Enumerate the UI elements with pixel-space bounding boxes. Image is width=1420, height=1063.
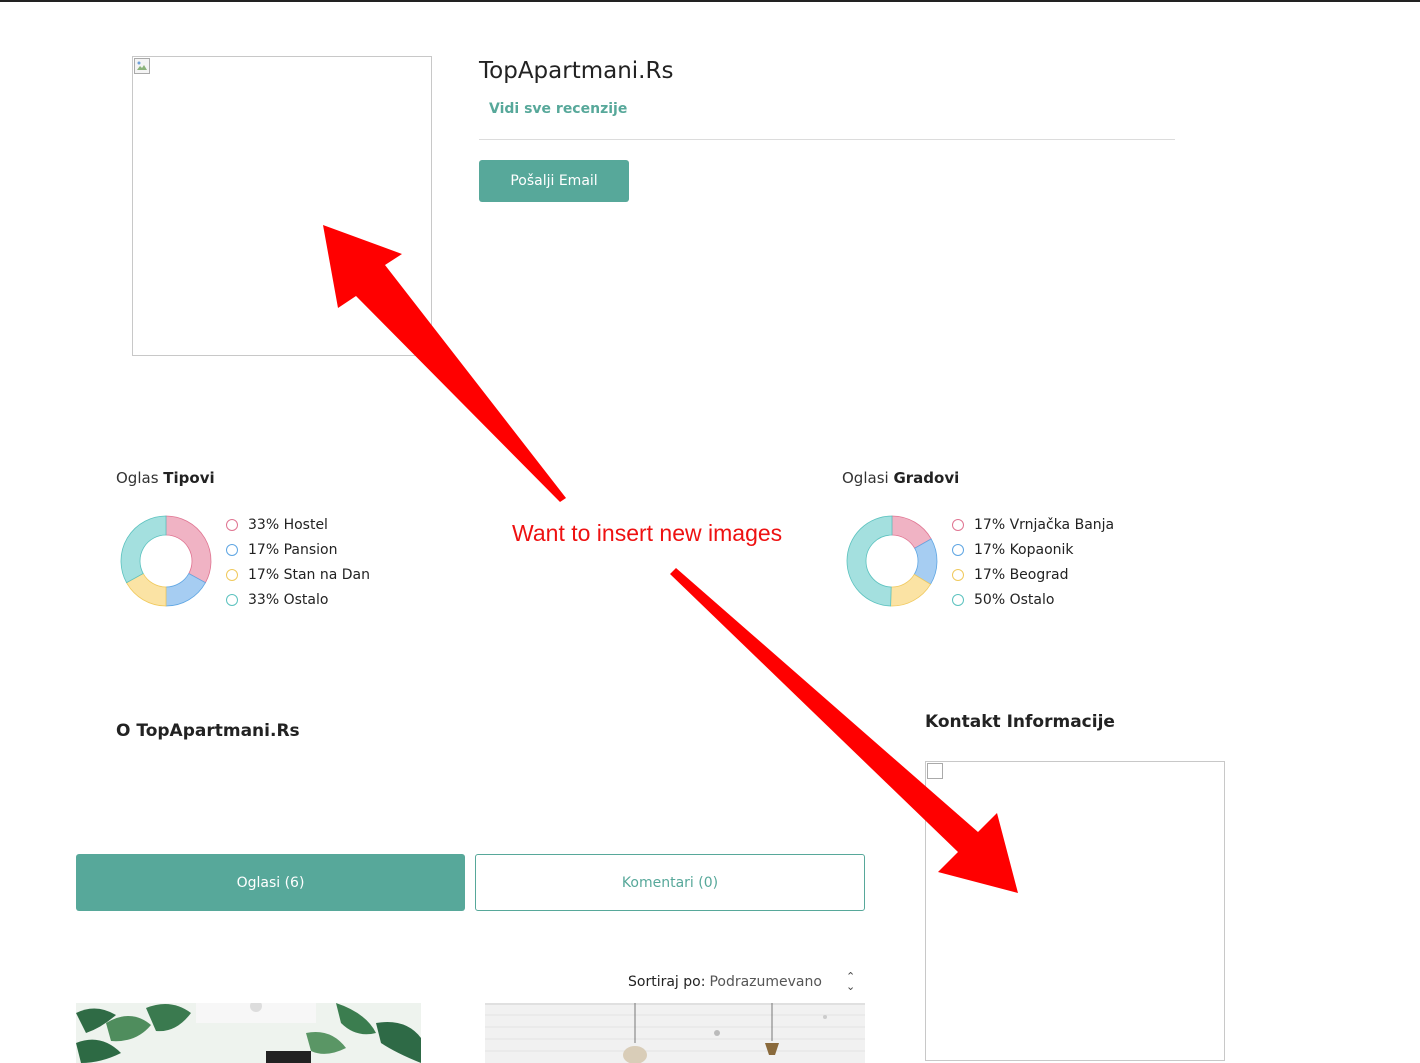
legend-circle-icon bbox=[952, 568, 964, 581]
tab-comments[interactable]: Komentari (0) bbox=[475, 854, 865, 911]
types-legend-label: 17% Pansion bbox=[248, 541, 338, 558]
cities-legend-label: 17% Beograd bbox=[974, 566, 1069, 583]
sort-select[interactable]: Sortiraj po: Podrazumevano ⌃ ⌄ bbox=[628, 970, 856, 993]
annotation-text: Want to insert new images bbox=[512, 520, 783, 546]
legend-circle-icon bbox=[226, 518, 238, 531]
cities-title-bold: Gradovi bbox=[893, 469, 960, 487]
sort-value: Podrazumevano bbox=[709, 974, 822, 990]
cities-stat-title: Oglasi Gradovi bbox=[842, 469, 959, 487]
agency-name: TopApartmani.Rs bbox=[479, 58, 674, 84]
cities-title-prefix: Oglasi bbox=[842, 469, 889, 487]
send-email-button[interactable]: Pošalji Email bbox=[479, 160, 629, 202]
legend-circle-icon bbox=[952, 543, 964, 556]
types-legend-item: 17% Stan na Dan bbox=[226, 562, 370, 587]
types-title-bold: Tipovi bbox=[163, 469, 215, 487]
types-stat-title: Oglas Tipovi bbox=[116, 469, 215, 487]
cities-legend-item: 17% Kopaonik bbox=[952, 537, 1114, 562]
types-legend-label: 33% Ostalo bbox=[248, 591, 329, 608]
view-all-reviews-link[interactable]: Vidi sve recenzije bbox=[489, 101, 627, 117]
cities-legend-label: 17% Vrnjačka Banja bbox=[974, 516, 1115, 533]
legend-circle-icon bbox=[226, 593, 238, 606]
broken-image-icon bbox=[134, 58, 150, 74]
sort-chevron-icon: ⌃ ⌄ bbox=[845, 970, 856, 993]
types-legend-label: 17% Stan na Dan bbox=[248, 566, 370, 583]
cities-legend: 17% Vrnjačka Banja 17% Kopaonik 17% Beogra… bbox=[952, 512, 1114, 612]
cities-legend-item: 17% Vrnjačka Banja bbox=[952, 512, 1114, 537]
sort-label: Sortiraj po: bbox=[628, 974, 706, 990]
types-legend-label: 33% Hostel bbox=[248, 516, 328, 533]
about-title: O TopApartmani.Rs bbox=[116, 721, 300, 741]
types-donut-slice-3 bbox=[120, 515, 167, 584]
types-legend-item: 33% Hostel bbox=[226, 512, 370, 537]
listing-thumbnail[interactable] bbox=[485, 1003, 865, 1063]
types-donut-slice-0 bbox=[165, 515, 212, 584]
cities-donut-slice-3 bbox=[846, 515, 893, 607]
top-border bbox=[0, 0, 1420, 2]
listing-thumbnail[interactable] bbox=[76, 1003, 421, 1063]
legend-circle-icon bbox=[952, 593, 964, 606]
cities-legend-item: 50% Ostalo bbox=[952, 587, 1114, 612]
cities-legend-item: 17% Beograd bbox=[952, 562, 1114, 587]
broken-image-icon bbox=[927, 763, 943, 779]
cities-legend-label: 17% Kopaonik bbox=[974, 541, 1074, 558]
header-divider bbox=[479, 139, 1175, 140]
types-legend-item: 33% Ostalo bbox=[226, 587, 370, 612]
profile-image-placeholder[interactable] bbox=[132, 56, 432, 356]
types-legend-item: 17% Pansion bbox=[226, 537, 370, 562]
contact-image-placeholder[interactable] bbox=[925, 761, 1225, 1061]
legend-circle-icon bbox=[226, 568, 238, 581]
types-donut-chart bbox=[120, 515, 212, 607]
listing-photo-tropical-wallpaper bbox=[76, 1003, 421, 1063]
contact-title: Kontakt Informacije bbox=[925, 712, 1115, 732]
listing-photo-white-interior bbox=[485, 1003, 865, 1063]
types-legend: 33% Hostel 17% Pansion 17% Stan na Dan 33% … bbox=[226, 512, 370, 612]
legend-circle-icon bbox=[952, 518, 964, 531]
tab-listings[interactable]: Oglasi (6) bbox=[76, 854, 465, 911]
types-title-prefix: Oglas bbox=[116, 469, 159, 487]
cities-donut-chart bbox=[846, 515, 938, 607]
legend-circle-icon bbox=[226, 543, 238, 556]
cities-legend-label: 50% Ostalo bbox=[974, 591, 1055, 608]
